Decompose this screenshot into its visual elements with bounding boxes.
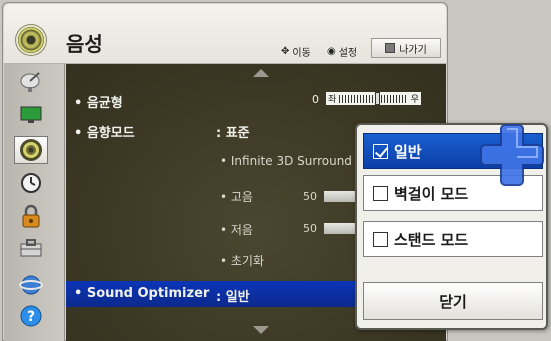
option-stand[interactable]: 스탠드 모드 — [363, 221, 543, 257]
menu-item-bass[interactable]: • 저음 — [220, 221, 253, 238]
sound-optimizer-value: : 일반 — [216, 290, 250, 305]
menu-item-balance[interactable]: • 음균형 — [74, 92, 123, 111]
sidebar: ? — [4, 64, 65, 341]
menu-item-treble[interactable]: • 고음 — [220, 188, 253, 205]
checked-checkbox-icon — [373, 143, 388, 159]
clock-icon — [21, 173, 41, 193]
sidebar-item-sound[interactable] — [14, 136, 48, 164]
speaker-icon — [20, 139, 42, 161]
sidebar-item-channel[interactable] — [18, 70, 44, 94]
set-hint-label: 설정 — [338, 48, 358, 59]
move-hint: ✥ 이동 — [281, 44, 311, 59]
exit-button[interactable]: 나가기 — [371, 38, 441, 58]
checkbox-icon — [373, 231, 388, 247]
sidebar-item-time[interactable] — [18, 171, 44, 195]
sidebar-item-lock[interactable] — [18, 204, 44, 228]
speaker-icon — [18, 27, 44, 53]
satellite-dish-icon — [20, 72, 40, 92]
option-stand-label: 스탠드 모드 — [394, 230, 469, 249]
close-button[interactable]: 닫기 — [363, 282, 543, 320]
sidebar-item-picture[interactable] — [18, 103, 44, 127]
scroll-down-arrow-icon[interactable] — [253, 326, 269, 334]
menu-item-reset[interactable]: • 초기화 — [220, 252, 264, 269]
pointer-cursor-icon — [480, 124, 544, 186]
exit-key-icon — [385, 43, 396, 53]
lock-icon — [22, 204, 40, 228]
balance-knob[interactable] — [375, 91, 381, 105]
checkbox-icon — [373, 185, 388, 201]
option-normal-label: 일반 — [394, 142, 422, 161]
help-icon: ? — [20, 305, 42, 327]
sound-optimizer-label: • Sound Optimizer — [74, 286, 210, 301]
scroll-up-arrow-icon[interactable] — [253, 69, 269, 77]
menu-item-surround[interactable]: • Infinite 3D Surround — [220, 154, 352, 168]
option-wall-mount-label: 벽걸이 모드 — [394, 184, 469, 203]
svg-text:?: ? — [27, 309, 35, 325]
balance-right-label: 우 — [410, 95, 419, 105]
set-hint: ◉ 설정 — [327, 44, 357, 59]
balance-scale — [339, 91, 408, 105]
navigation-arrows-icon: ✥ — [281, 46, 290, 57]
page-title: 음성 — [66, 32, 103, 56]
bass-value: 50 — [303, 222, 317, 235]
network-globe-icon — [19, 275, 43, 295]
balance-slider[interactable]: 좌 우 — [326, 91, 421, 105]
sound-mode-value: : 표준 — [216, 126, 250, 141]
move-hint-label: 이동 — [292, 48, 311, 59]
monitor-icon — [20, 106, 42, 123]
exit-label: 나가기 — [399, 44, 427, 56]
sidebar-item-network[interactable] — [18, 272, 44, 296]
ok-button-icon: ◉ — [327, 46, 336, 57]
treble-value: 50 — [303, 190, 317, 203]
balance-left-label: 좌 — [328, 95, 337, 105]
sidebar-item-support[interactable]: ? — [18, 304, 44, 328]
menu-item-sound-mode[interactable]: • 음향모드 — [74, 122, 135, 141]
sidebar-item-option[interactable] — [18, 236, 44, 260]
balance-value: 0 — [312, 93, 319, 106]
toolbox-icon — [20, 239, 42, 257]
